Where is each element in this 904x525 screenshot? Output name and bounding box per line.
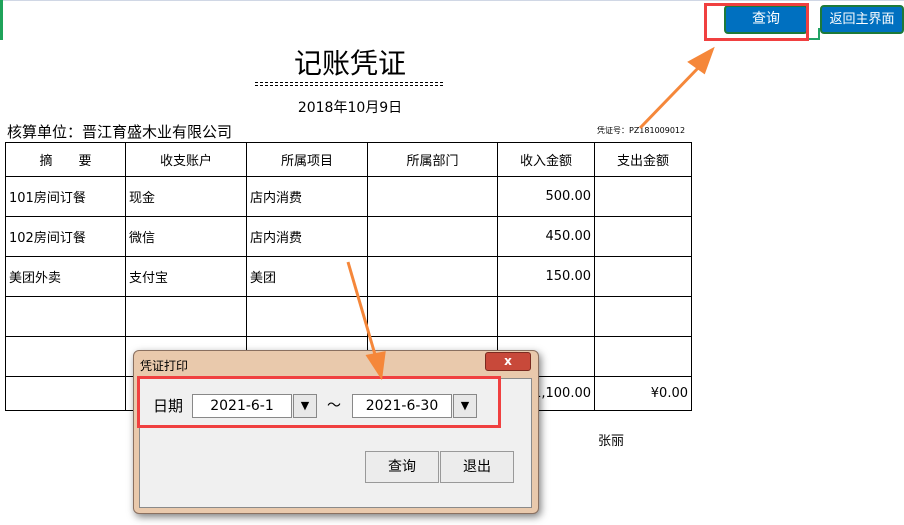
annotation-arrows	[346, 46, 715, 381]
arrow-to-query	[638, 64, 702, 130]
arrowhead	[687, 46, 715, 75]
arrowhead	[365, 351, 386, 381]
arrow-to-date-range	[346, 261, 378, 359]
